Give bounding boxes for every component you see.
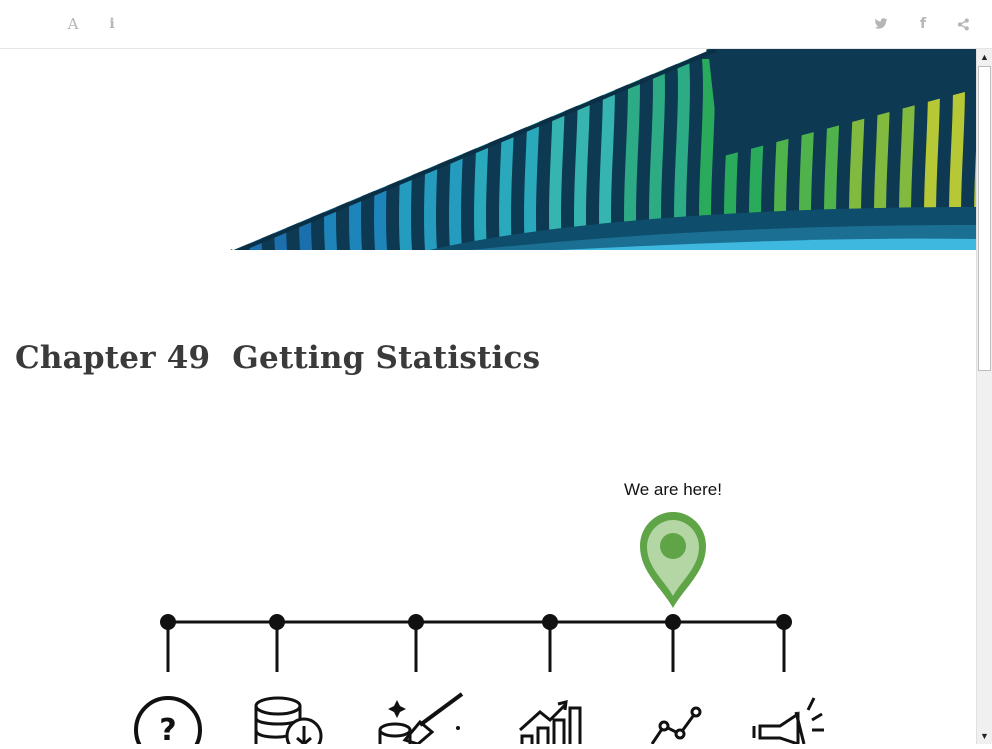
- svg-text:?: ?: [159, 713, 176, 744]
- scroll-up-arrow-icon[interactable]: ▲: [977, 49, 992, 65]
- info-icon[interactable]: i: [104, 12, 120, 36]
- question-icon: ?: [134, 696, 202, 749]
- timeline-node: [269, 614, 285, 630]
- timeline-node: [160, 614, 176, 630]
- timeline-node: [542, 614, 558, 630]
- database-download-icon: [254, 696, 323, 749]
- workflow-timeline-diagram: ?: [0, 500, 976, 749]
- bar-chart-icon: [518, 700, 582, 748]
- we-are-here-label: We are here!: [624, 480, 722, 499]
- data-cleaning-icon: [378, 692, 464, 746]
- chapter-banner-image: [0, 49, 976, 250]
- twitter-icon[interactable]: [871, 12, 891, 36]
- line-chart-icon: [650, 706, 702, 745]
- facebook-icon[interactable]: f: [914, 12, 932, 36]
- chapter-number: Chapter 49: [15, 340, 211, 376]
- location-pin-icon: [640, 512, 706, 608]
- banner-slat: [274, 59, 290, 250]
- timeline-node: [665, 614, 681, 630]
- megaphone-icon: [752, 697, 824, 747]
- banner-slat: [249, 59, 265, 250]
- share-icon[interactable]: [953, 12, 973, 36]
- scroll-down-arrow-icon[interactable]: ▼: [977, 728, 992, 744]
- page-scrollbar[interactable]: ▲ ▼: [976, 49, 992, 744]
- chapter-title: Chapter 49 Getting Statistics: [15, 340, 540, 376]
- timeline-node: [776, 614, 792, 630]
- timeline-node: [408, 614, 424, 630]
- book-toolbar: A i f: [0, 0, 992, 49]
- chapter-name: Getting Statistics: [232, 340, 541, 376]
- scroll-thumb[interactable]: [978, 66, 991, 371]
- font-settings-icon[interactable]: A: [62, 12, 84, 36]
